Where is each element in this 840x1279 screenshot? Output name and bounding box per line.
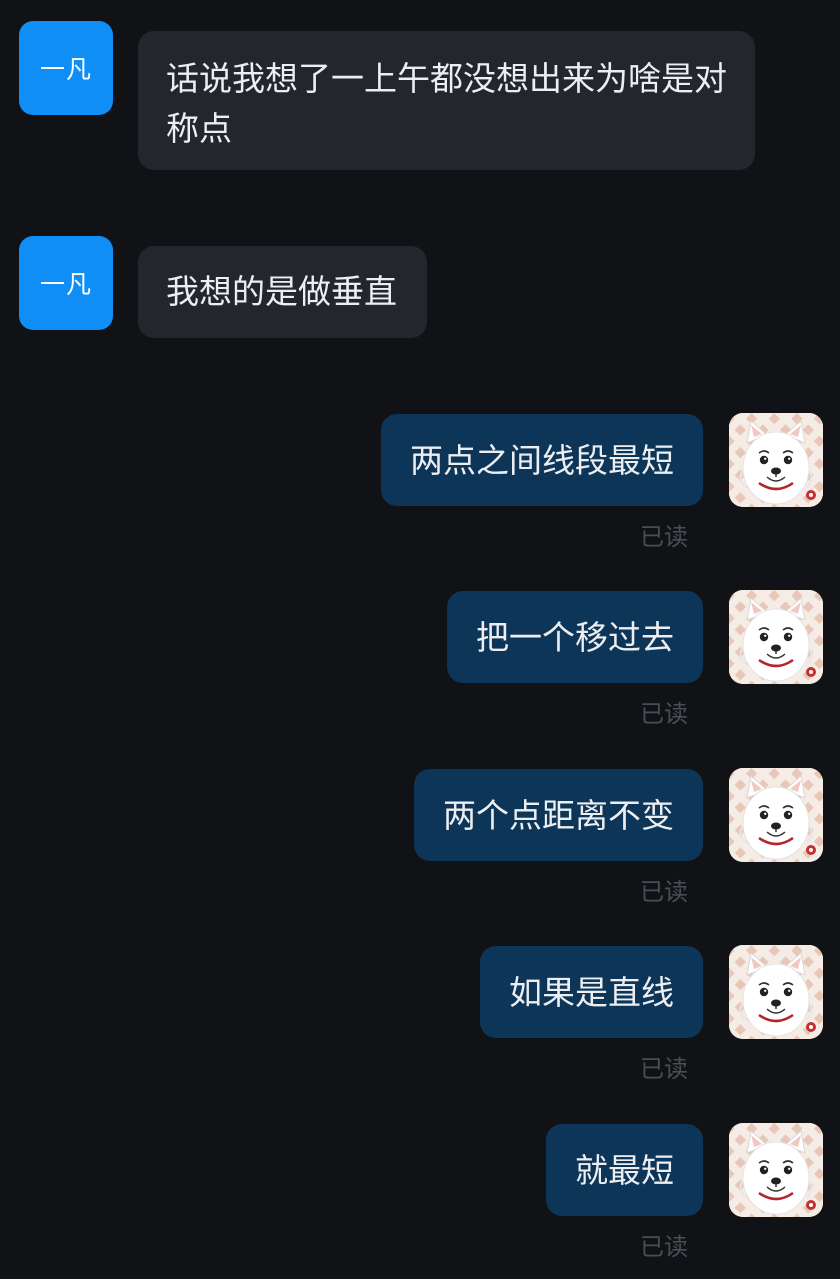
white-dog-avatar-icon	[729, 1123, 823, 1217]
message-text: 话说我想了一上午都没想出来为啥是对称点	[166, 59, 727, 148]
contact-avatar[interactable]: 一凡	[19, 236, 113, 330]
outgoing-bubble[interactable]: 两个点距离不变	[414, 769, 703, 861]
white-dog-avatar-icon	[729, 413, 823, 507]
my-avatar[interactable]	[729, 945, 823, 1039]
message-text: 两点之间线段最短	[410, 441, 674, 480]
read-receipt: 已读	[640, 1055, 688, 1083]
message-text: 就最短	[575, 1151, 674, 1190]
message-text: 我想的是做垂直	[166, 272, 397, 311]
contact-avatar-label: 一凡	[39, 55, 92, 84]
outgoing-bubble[interactable]: 就最短	[546, 1124, 703, 1216]
my-avatar[interactable]	[729, 413, 823, 507]
contact-avatar-label: 一凡	[39, 270, 92, 299]
white-dog-avatar-icon	[729, 945, 823, 1039]
read-receipt: 已读	[640, 523, 688, 551]
message-text: 把一个移过去	[476, 618, 674, 657]
my-avatar[interactable]	[729, 1123, 823, 1217]
incoming-bubble[interactable]: 我想的是做垂直	[138, 246, 427, 338]
white-dog-avatar-icon	[729, 590, 823, 684]
read-receipt: 已读	[640, 878, 688, 906]
message-text: 两个点距离不变	[443, 796, 674, 835]
message-text: 如果是直线	[509, 973, 674, 1012]
my-avatar[interactable]	[729, 768, 823, 862]
outgoing-bubble[interactable]: 把一个移过去	[447, 591, 703, 683]
outgoing-bubble[interactable]: 如果是直线	[480, 946, 703, 1038]
white-dog-avatar-icon	[729, 768, 823, 862]
contact-avatar[interactable]: 一凡	[19, 21, 113, 115]
read-receipt: 已读	[640, 700, 688, 728]
incoming-bubble[interactable]: 话说我想了一上午都没想出来为啥是对称点	[138, 31, 755, 170]
outgoing-bubble[interactable]: 两点之间线段最短	[381, 414, 703, 506]
my-avatar[interactable]	[729, 590, 823, 684]
read-receipt: 已读	[640, 1233, 688, 1261]
